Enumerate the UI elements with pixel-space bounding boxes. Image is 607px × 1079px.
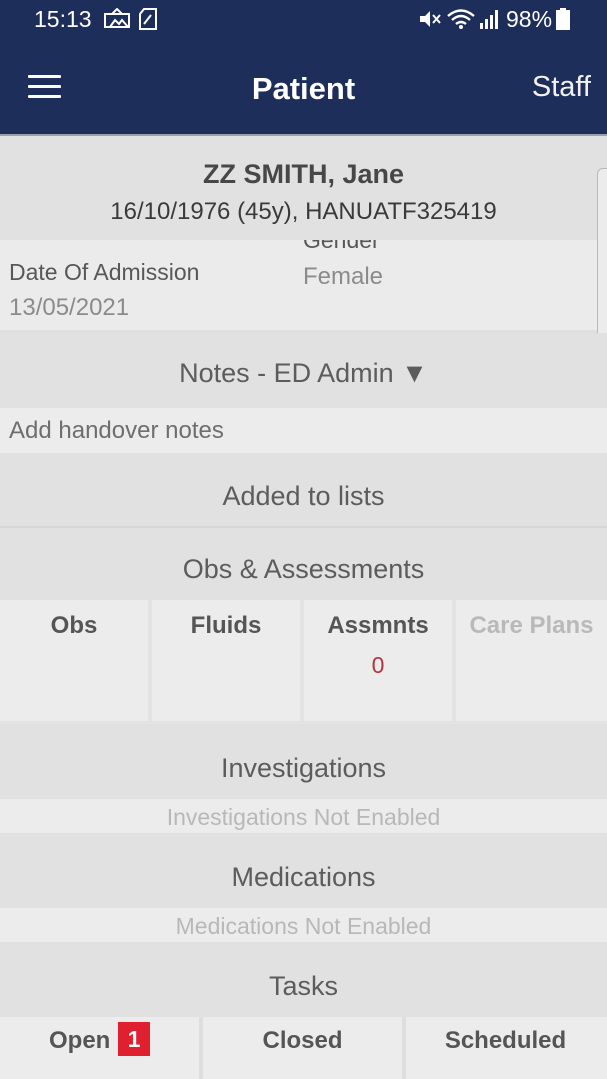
- assessments-count: 0: [371, 652, 385, 678]
- patient-header: ZZ SMITH, Jane 16/10/1976 (45y), HANUATF…: [0, 136, 607, 240]
- handover-notes-input[interactable]: Add handover notes: [0, 408, 607, 453]
- signal-icon: [480, 10, 498, 29]
- mute-icon: [420, 11, 441, 27]
- status-bar: 15:13 98%: [0, 0, 607, 42]
- tab-open[interactable]: Open 1: [0, 1017, 199, 1079]
- patient-details: 16/10/1976 (45y), HANUATF325419: [110, 198, 497, 225]
- care-plans-tile-label: Care Plans: [469, 612, 594, 639]
- sim-card-icon: [139, 8, 157, 30]
- obs-grid: Obs Fluids Assmnts 0 Care Plans: [0, 600, 607, 724]
- fluids-tile-label: Fluids: [190, 612, 262, 639]
- scrollbar[interactable]: [597, 168, 607, 358]
- staff-button[interactable]: Staff: [532, 71, 591, 104]
- tab-scheduled[interactable]: Scheduled: [406, 1017, 607, 1079]
- notes-section-header[interactable]: Notes - ED Admin ▼: [0, 333, 607, 408]
- tab-scheduled-label: Scheduled: [444, 1027, 567, 1054]
- tasks-header: Tasks: [0, 942, 607, 1017]
- gender-value: Female: [303, 263, 384, 290]
- obs-tile[interactable]: Obs: [0, 600, 148, 721]
- handover-notes-placeholder: Add handover notes: [9, 417, 224, 444]
- assessments-tile-label: Assmnts: [327, 612, 429, 639]
- gender-label: Gender: [303, 240, 380, 253]
- medications-header[interactable]: Medications: [0, 833, 607, 908]
- cast-notification-icon: [104, 8, 130, 28]
- obs-tile-label: Obs: [50, 612, 98, 639]
- page-title: Patient: [251, 71, 356, 106]
- investigations-header[interactable]: Investigations: [0, 724, 607, 799]
- open-count-badge: 1: [118, 1022, 150, 1056]
- admission-date-value: 13/05/2021: [9, 294, 130, 321]
- assessments-tile[interactable]: Assmnts 0: [304, 600, 452, 721]
- app-bar: Patient Staff: [0, 42, 607, 134]
- investigations-status: Investigations Not Enabled: [0, 799, 607, 833]
- battery-percentage: 98%: [506, 6, 553, 32]
- obs-assessments-header: Obs & Assessments: [0, 528, 607, 600]
- tab-closed[interactable]: Closed: [203, 1017, 402, 1079]
- medications-status: Medications Not Enabled: [0, 908, 607, 942]
- wifi-icon: [447, 9, 475, 29]
- care-plans-tile[interactable]: Care Plans: [456, 600, 607, 721]
- fluids-tile[interactable]: Fluids: [152, 600, 300, 721]
- task-tabs: Open 1 Closed Scheduled: [0, 1017, 607, 1079]
- battery-icon: [556, 8, 570, 30]
- tab-open-label: Open: [49, 1027, 111, 1054]
- patient-info-row: Gender Female Date Of Admission 13/05/20…: [0, 240, 607, 333]
- added-to-lists-header[interactable]: Added to lists: [0, 453, 607, 528]
- admission-date-label: Date Of Admission: [9, 259, 200, 285]
- status-time: 15:13: [34, 6, 92, 32]
- tab-closed-label: Closed: [262, 1027, 343, 1054]
- patient-name: ZZ SMITH, Jane: [202, 159, 405, 189]
